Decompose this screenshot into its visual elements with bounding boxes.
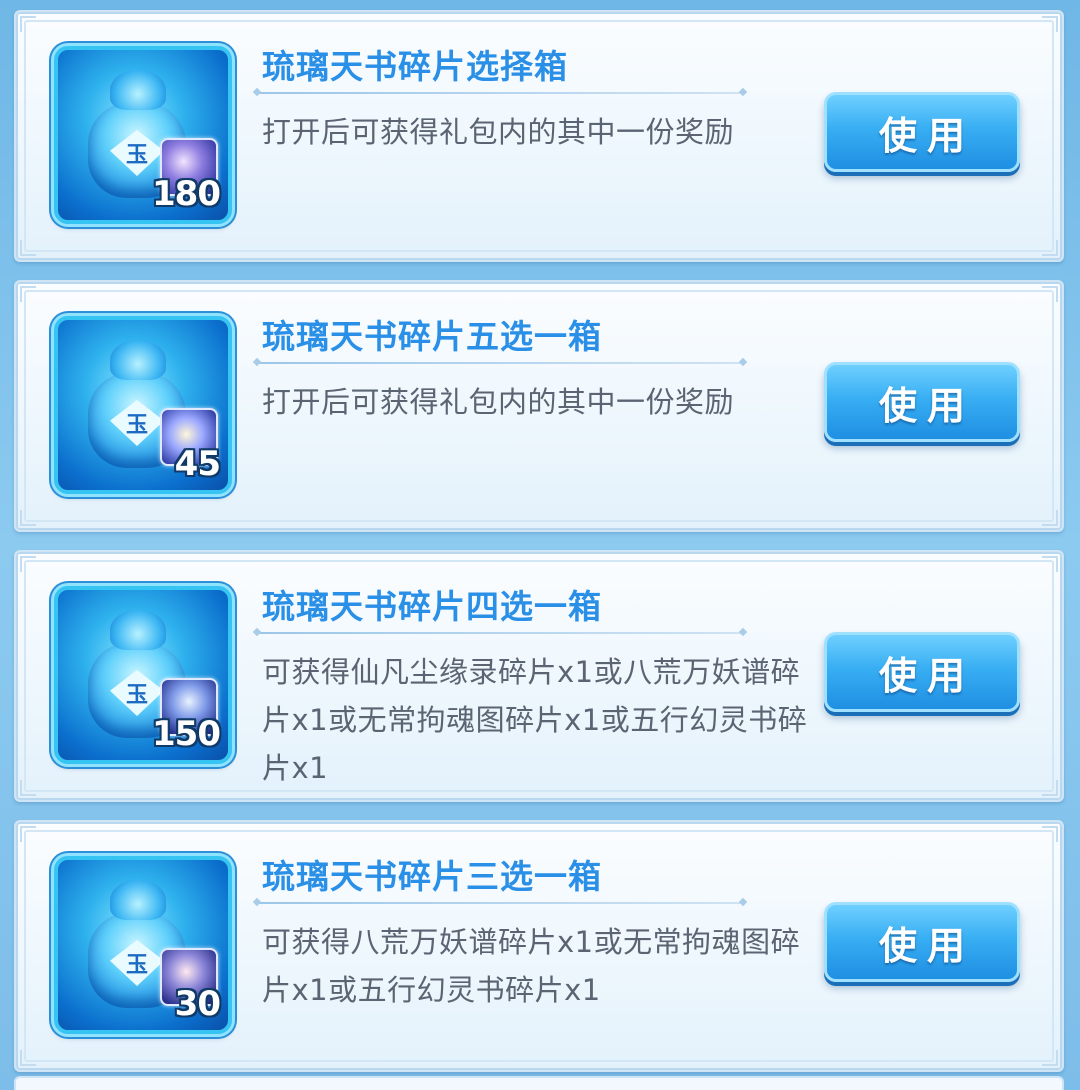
list-item: 玉 30 琉璃天书碎片三选一箱 可获得八荒万妖谱碎片x1或无常拘魂图碎片x1或五… bbox=[14, 820, 1064, 1072]
item-title: 琉璃天书碎片四选一箱 bbox=[262, 587, 602, 626]
jade-bag-icon[interactable]: 玉 150 bbox=[54, 586, 232, 764]
item-list: 玉 180 琉璃天书碎片选择箱 打开后可获得礼包内的其中一份奖励 使用 玉 45… bbox=[0, 0, 1080, 1090]
divider bbox=[258, 902, 742, 904]
use-button[interactable]: 使用 bbox=[824, 362, 1020, 442]
item-count: 30 bbox=[174, 984, 221, 1024]
item-description: 打开后可获得礼包内的其中一份奖励 bbox=[262, 115, 735, 149]
divider bbox=[258, 362, 742, 364]
item-description: 可获得仙凡尘缘录碎片x1或八荒万妖谱碎片x1或无常拘魂图碎片x1或五行幻灵书碎片… bbox=[262, 655, 808, 785]
item-title: 琉璃天书碎片选择箱 bbox=[262, 47, 568, 86]
jade-bag-icon[interactable]: 玉 45 bbox=[54, 316, 232, 494]
item-title: 琉璃天书碎片三选一箱 bbox=[262, 857, 602, 896]
jade-bag-icon[interactable]: 玉 30 bbox=[54, 856, 232, 1034]
list-item: 玉 180 琉璃天书碎片选择箱 打开后可获得礼包内的其中一份奖励 使用 bbox=[14, 10, 1064, 262]
divider bbox=[258, 632, 742, 634]
item-count: 180 bbox=[152, 174, 221, 214]
divider bbox=[258, 92, 742, 94]
use-button[interactable]: 使用 bbox=[824, 92, 1020, 172]
use-button[interactable]: 使用 bbox=[824, 632, 1020, 712]
next-list-item-edge bbox=[14, 1076, 1064, 1090]
item-title: 琉璃天书碎片五选一箱 bbox=[262, 317, 602, 356]
item-count: 150 bbox=[152, 714, 221, 754]
jade-bag-icon[interactable]: 玉 180 bbox=[54, 46, 232, 224]
item-count: 45 bbox=[174, 444, 221, 484]
item-description: 可获得八荒万妖谱碎片x1或无常拘魂图碎片x1或五行幻灵书碎片x1 bbox=[262, 925, 801, 1007]
use-button[interactable]: 使用 bbox=[824, 902, 1020, 982]
item-description: 打开后可获得礼包内的其中一份奖励 bbox=[262, 385, 735, 419]
list-item: 玉 150 琉璃天书碎片四选一箱 可获得仙凡尘缘录碎片x1或八荒万妖谱碎片x1或… bbox=[14, 550, 1064, 802]
list-item: 玉 45 琉璃天书碎片五选一箱 打开后可获得礼包内的其中一份奖励 使用 bbox=[14, 280, 1064, 532]
